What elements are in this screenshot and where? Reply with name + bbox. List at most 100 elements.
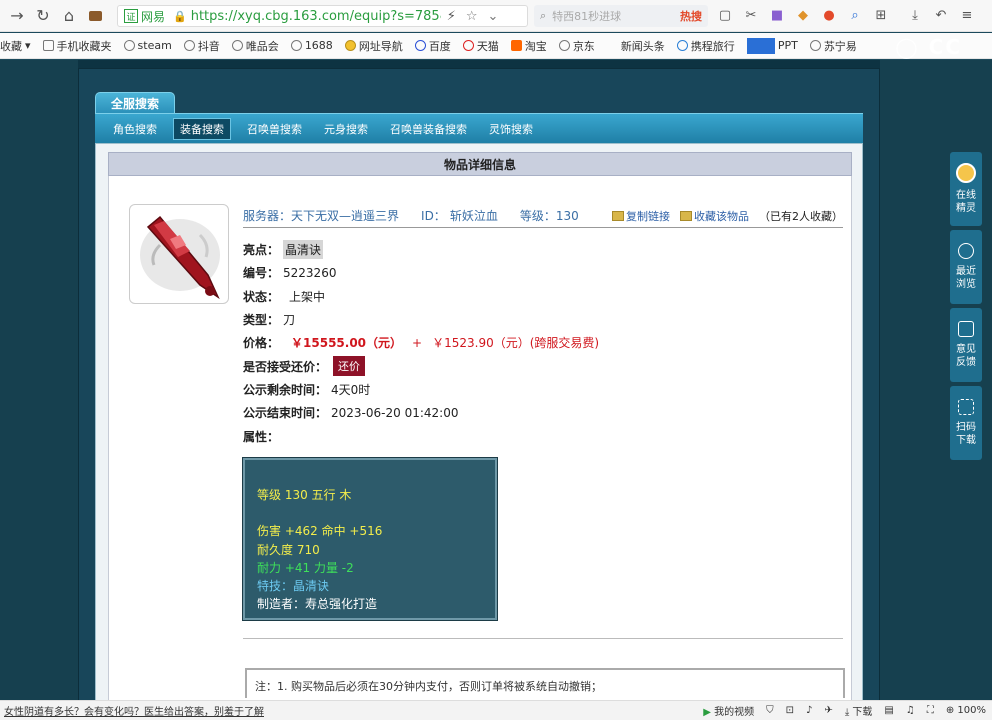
zoom-level[interactable]: ⊕ 100% — [946, 705, 986, 716]
verified-icon: 证 — [124, 9, 138, 23]
download-button[interactable]: ⤓ 下载 — [845, 703, 873, 718]
video-icon: ▶ — [703, 707, 711, 718]
purchase-note: 注：1. 购买物品后必须在30分钟内支付，否则订单将被系统自动撤销； — [245, 668, 845, 698]
globe-icon — [290, 40, 302, 51]
video-button[interactable]: ▶ 我的视频 — [703, 703, 754, 718]
bookmark-item[interactable]: 抖音 — [183, 38, 220, 54]
baidu-icon — [414, 40, 426, 51]
lightning-icon[interactable]: ⚡ — [447, 9, 456, 24]
shield-icon[interactable]: ⛉ — [766, 705, 774, 716]
sound-icon[interactable]: ♫ — [906, 705, 915, 716]
rocket-icon[interactable]: ✈ — [824, 705, 832, 716]
price-extra: ￥1523.90（元）(跨服交易费) — [432, 336, 600, 351]
undo-icon[interactable]: ↶ — [932, 6, 950, 24]
bookmark-item[interactable]: 网址导航 — [344, 38, 403, 54]
bookmark-item[interactable]: 京东 — [558, 38, 595, 54]
news-ticker[interactable]: 女性阴道有多长？会有变化吗？医生给出答案，别羞于了解 — [4, 703, 264, 718]
download-icon[interactable]: ⤓ — [906, 6, 924, 24]
scissors-icon[interactable]: ✂ — [742, 6, 760, 24]
taobao-icon — [510, 40, 522, 51]
bargain-button[interactable]: 还价 — [333, 356, 366, 377]
tab-avatar-search[interactable]: 元身搜索 — [318, 119, 374, 139]
attr-line: 特技：晶清诀 — [257, 579, 330, 594]
floating-sidebar: 在线精灵 最近浏览 意见反馈 扫码下载 — [950, 152, 982, 464]
ctrip-icon — [676, 40, 688, 51]
attr-line: 伤害 +462 命中 +516 — [257, 524, 383, 539]
detail-title: 物品详细信息 — [108, 152, 852, 176]
feedback-button[interactable]: 意见反馈 — [950, 308, 982, 382]
bookmark-item[interactable]: 苏宁易 — [809, 38, 857, 54]
edit-icon — [958, 321, 974, 337]
status-bar: 女性阴道有多长？会有变化吗？医生给出答案，别羞于了解 ▶ 我的视频 ⛉ ⊡ ♪ … — [0, 700, 992, 720]
row-price: 价格： ￥15555.00（元） + ￥1523.90（元）(跨服交易费) — [243, 335, 600, 351]
link-icon — [612, 210, 624, 221]
bookmark-item[interactable]: steam — [123, 39, 172, 52]
server-value: 天下无双—逍遥三界 — [291, 209, 400, 223]
apps-icon[interactable]: ⊞ — [872, 6, 890, 24]
home-icon[interactable]: ⌂ — [56, 3, 82, 29]
tab-pet-search[interactable]: 召唤兽搜索 — [241, 119, 308, 139]
phone-icon — [42, 40, 54, 51]
bookmark-item[interactable]: 新闻头条 — [621, 38, 665, 54]
reload-icon[interactable]: ↻ — [30, 3, 56, 29]
extension-icon[interactable]: ■ — [768, 6, 786, 24]
statusbar-tools: ▶ 我的视频 ⛉ ⊡ ♪ ✈ ⤓ 下载 ▤ ♫ ⛶ ⊕ 100% — [703, 703, 986, 718]
item-actions: 复制链接 收藏该物品 （已有2人收藏） — [612, 208, 843, 224]
attribute-box: 等级 130 五行 木 伤害 +462 命中 +516 耐久度 710 耐力 +… — [242, 457, 498, 621]
find-icon[interactable]: ⌕ — [846, 6, 864, 24]
avatar-icon — [956, 163, 976, 183]
bookmark-item[interactable]: 唯品会 — [231, 38, 279, 54]
bookmark-item[interactable]: 1688 — [290, 39, 333, 52]
online-assistant-button[interactable]: 在线精灵 — [950, 152, 982, 226]
search-box[interactable]: ⌕ 特西81秒进球 热搜 — [534, 5, 708, 27]
speaker-icon[interactable]: ♪ — [806, 705, 812, 716]
grid-icon[interactable]: ⊡ — [786, 705, 794, 716]
hot-search-label[interactable]: 热搜 — [680, 8, 702, 24]
tab-pet-equip-search[interactable]: 召唤兽装备搜索 — [384, 119, 473, 139]
row-number: 编号： 5223260 — [243, 265, 337, 281]
bookmark-item[interactable]: 淘宝 — [510, 38, 547, 54]
favorite-button[interactable]: 收藏该物品 — [680, 208, 749, 224]
recent-browse-button[interactable]: 最近浏览 — [950, 230, 982, 304]
item-image — [129, 204, 229, 304]
shield-icon[interactable]: ◆ — [794, 6, 812, 24]
scan-icon — [958, 399, 974, 415]
bookmark-item[interactable]: PPT — [746, 37, 798, 54]
bookmark-item[interactable]: 收藏 ▾ — [0, 38, 31, 54]
tab-role-search[interactable]: 角色搜索 — [107, 119, 163, 139]
bookmark-item[interactable]: 天猫 — [462, 38, 499, 54]
level-label: 等级： — [519, 209, 556, 223]
search-placeholder: 特西81秒进球 — [552, 10, 622, 23]
copy-link-button[interactable]: 复制链接 — [612, 208, 670, 224]
url-text[interactable]: https://xyq.cbg.163.com/equip?s=785&eid=… — [191, 9, 441, 24]
chevron-down-icon[interactable]: ⌄ — [488, 9, 499, 24]
bookmark-item[interactable]: 携程旅行 — [676, 38, 735, 54]
globe-icon — [558, 40, 570, 51]
fullscreen-icon[interactable]: ⛶ — [927, 705, 934, 716]
number-value: 5223260 — [283, 265, 337, 280]
bookmark-item[interactable]: 百度 — [414, 38, 451, 54]
tab-ornament-search[interactable]: 灵饰搜索 — [483, 119, 539, 139]
address-bar[interactable]: 证 网易 🔒 https://xyq.cbg.163.com/equip?s=7… — [117, 5, 528, 27]
server-label: 服务器： — [243, 209, 292, 223]
row-highlight: 亮点： 晶清诀 — [243, 238, 843, 261]
tab-all-server-search[interactable]: 全服搜索 — [95, 92, 175, 114]
scan-download-button[interactable]: 扫码下载 — [950, 386, 982, 460]
row-remain: 公示剩余时间： 4天0时 — [243, 382, 371, 397]
nav-icon — [344, 40, 356, 51]
detail-body: 服务器： 天下无双—逍遥三界 ID： 斩妖泣血 等级： 130 复制链接 收藏该… — [108, 176, 852, 704]
search-icon: ⌕ — [540, 9, 547, 22]
forward-icon[interactable]: → — [4, 3, 30, 29]
remain-value: 4天0时 — [331, 382, 371, 397]
globe-icon — [183, 40, 195, 51]
screenshot-icon[interactable]: ▢ — [716, 6, 734, 24]
bookmark-item[interactable]: 手机收藏夹 — [42, 38, 112, 54]
split-icon[interactable]: ▤ — [884, 705, 893, 716]
sub-tab-bar: 角色搜索 装备搜索 召唤兽搜索 元身搜索 召唤兽装备搜索 灵饰搜索 — [95, 113, 863, 143]
game-icon[interactable]: ● — [820, 6, 838, 24]
menu-icon[interactable]: ≡ — [958, 6, 976, 24]
briefcase-icon[interactable] — [82, 3, 108, 29]
star-icon[interactable]: ☆ — [466, 9, 478, 24]
tab-equip-search[interactable]: 装备搜索 — [173, 117, 231, 140]
highlight-value: 晶清诀 — [283, 240, 324, 260]
